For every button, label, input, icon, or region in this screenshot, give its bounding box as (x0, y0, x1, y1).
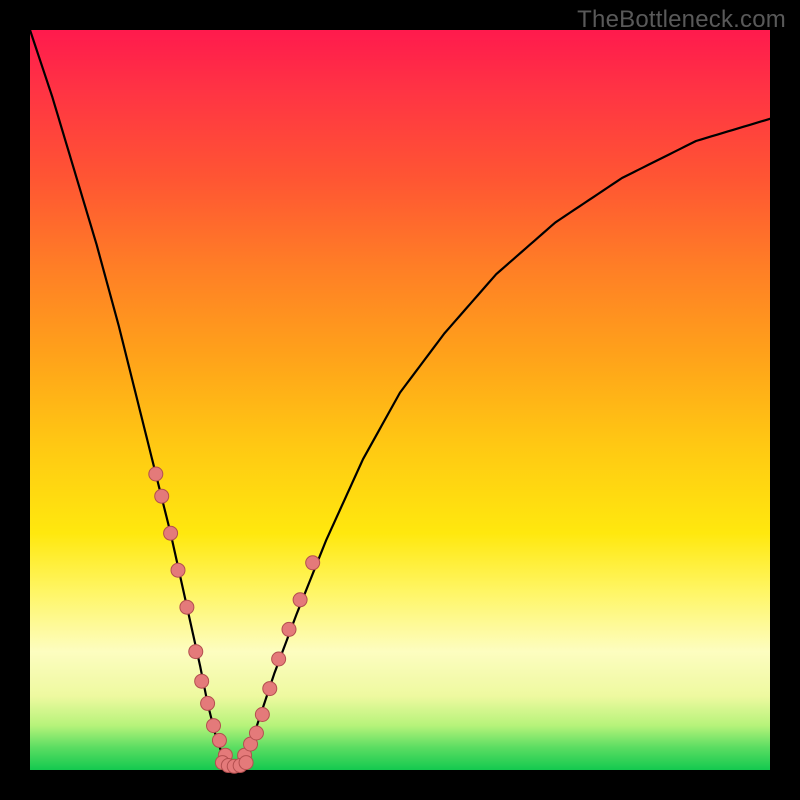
curve-dot (201, 696, 215, 710)
curve-dot (180, 600, 194, 614)
curve-dot (212, 733, 226, 747)
chart-frame: TheBottleneck.com (0, 0, 800, 800)
highlight-dots-valley (215, 756, 253, 774)
curve-dot (195, 674, 209, 688)
curve-dot (282, 622, 296, 636)
curve-dot (249, 726, 263, 740)
highlight-dots-left (149, 467, 233, 762)
curve-dot (164, 526, 178, 540)
curve-dot (189, 645, 203, 659)
bottleneck-curve (30, 30, 770, 766)
curve-dot (306, 556, 320, 570)
curve-dot (272, 652, 286, 666)
curve-dot (239, 756, 253, 770)
watermark-text: TheBottleneck.com (577, 6, 786, 34)
curve-dot (293, 593, 307, 607)
curve-dot (155, 489, 169, 503)
curve-dot (263, 682, 277, 696)
plot-area (30, 30, 770, 770)
curve-layer (30, 30, 770, 770)
curve-dot (171, 563, 185, 577)
curve-dot (149, 467, 163, 481)
curve-dot (255, 708, 269, 722)
curve-dot (207, 719, 221, 733)
